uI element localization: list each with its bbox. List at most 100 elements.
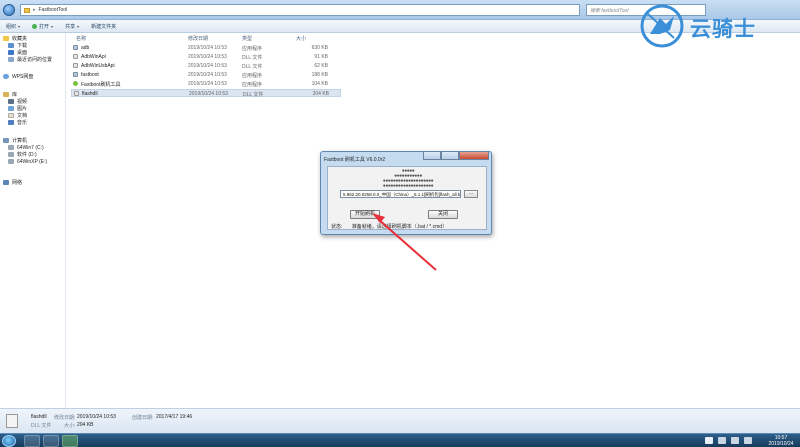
dll-icon xyxy=(73,54,78,59)
nav-item-music[interactable]: 音乐 xyxy=(8,119,27,126)
nav-label: 软件 (D:) xyxy=(17,152,37,158)
nav-item-videos[interactable]: 视频 xyxy=(8,98,27,105)
column-header-type[interactable]: 类型 xyxy=(242,35,252,42)
open-label: 打开 xyxy=(39,23,50,30)
nav-network[interactable]: 网络 xyxy=(3,179,22,186)
nav-computer[interactable]: 计算机 xyxy=(3,137,27,144)
file-explorer-taskbar-icon[interactable] xyxy=(24,435,40,447)
star-icon xyxy=(3,36,9,41)
file-type: DLL 文件 xyxy=(243,92,264,98)
nav-libraries[interactable]: 库 xyxy=(3,91,17,98)
status-line: 状态: 准备就绪，请选择刷机脚本（.bat / *.cmd） xyxy=(331,223,447,230)
nav-label: 64Win7 (C:) xyxy=(17,144,44,151)
file-row-selected[interactable]: flashdll 2019/10/24 10:53 DLL 文件 204 KB xyxy=(71,89,341,98)
nav-favorites[interactable]: 收藏夹 xyxy=(3,35,27,42)
volume-icon[interactable] xyxy=(744,437,752,444)
open-icon xyxy=(32,23,38,29)
nav-label: 音乐 xyxy=(17,120,28,126)
share-button[interactable]: 共享 ▾ xyxy=(65,23,79,30)
app-icon xyxy=(73,45,78,50)
file-type: 应用程序 xyxy=(242,46,263,52)
tray-icon[interactable] xyxy=(705,437,713,444)
details-created-value: 2017/4/17 19:46 xyxy=(156,414,193,420)
file-row[interactable]: adb 2019/10/24 10:53 应用程序 630 KB xyxy=(71,44,341,52)
drive-icon xyxy=(8,145,14,150)
browse-button[interactable]: ... xyxy=(464,190,478,198)
script-path-field[interactable]: 5.962.20.0258.0.0_中国（China）_5.1.1[刷机包]fl… xyxy=(340,190,461,198)
nav-item-downloads[interactable]: 下载 xyxy=(8,42,27,49)
file-date: 2019/10/24 10:53 xyxy=(188,63,227,69)
file-type: DLL 文件 xyxy=(242,64,263,70)
nav-wps[interactable]: WPS网盘 xyxy=(3,73,33,80)
file-row[interactable]: Fastboot刷机工具 2019/10/24 10:53 应用程序 104 K… xyxy=(71,80,341,88)
file-date: 2019/10/24 10:53 xyxy=(188,54,227,60)
dialog-body: ●●●●● ●●●●●●●●●●● ●●●●●●●●●●●●●●●●●●●● ●… xyxy=(327,166,487,230)
back-icon[interactable] xyxy=(3,4,15,16)
address-bar[interactable]: ▸ FastbootTool xyxy=(20,4,580,16)
file-size: 62 KB xyxy=(314,63,328,69)
minimize-button[interactable] xyxy=(423,152,441,160)
progress-dots: ●●●●●●●●●●●●●●●●●●●● xyxy=(382,183,434,189)
computer-icon xyxy=(3,138,9,143)
clock[interactable]: 10:57 2019/10/24 xyxy=(764,435,798,447)
file-row[interactable]: AdbWinUsbApi 2019/10/24 10:53 DLL 文件 62 … xyxy=(71,62,341,70)
file-row[interactable]: fastboot 2019/10/24 10:53 应用程序 188 KB xyxy=(71,71,341,79)
maximize-button[interactable] xyxy=(441,152,459,160)
column-header-name[interactable]: 名称 xyxy=(76,35,86,42)
file-size: 91 KB xyxy=(314,54,328,60)
nav-item-documents[interactable]: 文档 xyxy=(8,112,27,119)
details-size-value: 204 KB xyxy=(77,422,94,428)
clock-date: 2019/10/24 xyxy=(768,441,794,447)
details-modified-label: 修改日期: xyxy=(54,415,76,421)
start-button[interactable] xyxy=(2,435,16,447)
new-folder-label: 新建文件夹 xyxy=(91,23,117,30)
app-icon xyxy=(73,72,78,77)
nav-label: 64WinXP (E:) xyxy=(17,158,48,165)
nav-item-drive-d[interactable]: 软件 (D:) xyxy=(8,151,37,158)
details-modified-value: 2019/10/24 10:53 xyxy=(77,414,116,420)
dll-icon xyxy=(6,414,18,428)
file-size: 104 KB xyxy=(311,81,328,87)
nav-label: 桌面 xyxy=(17,50,28,56)
dll-icon xyxy=(73,63,78,68)
chevron-right-icon: ▸ xyxy=(33,7,36,13)
file-size: 204 KB xyxy=(312,91,329,97)
file-type: DLL 文件 xyxy=(242,55,263,61)
nav-item-pictures[interactable]: 图片 xyxy=(8,105,27,112)
nav-label: 视频 xyxy=(17,99,28,105)
new-folder-button[interactable]: 新建文件夹 xyxy=(91,23,116,30)
nav-item-drive-c[interactable]: 64Win7 (C:) xyxy=(8,144,44,151)
breadcrumb-item[interactable]: FastbootTool xyxy=(39,7,68,13)
open-button[interactable]: 打开 ▾ xyxy=(32,23,53,30)
document-icon xyxy=(8,113,14,118)
nav-item-desktop[interactable]: 桌面 xyxy=(8,49,27,56)
media-player-taskbar-icon[interactable] xyxy=(43,435,59,447)
nav-item-recent[interactable]: 最近访问的位置 xyxy=(8,56,52,63)
file-name: AdbWinUsbApi xyxy=(81,63,115,69)
share-label: 共享 xyxy=(65,23,76,30)
network-tray-icon[interactable] xyxy=(731,437,739,444)
nav-item-drive-e[interactable]: 64WinXP (E:) xyxy=(8,158,47,165)
start-flash-button[interactable]: 开始刷机 xyxy=(350,210,380,219)
column-header-size[interactable]: 大小 xyxy=(296,35,306,42)
cloud-icon xyxy=(3,74,9,79)
android-taskbar-icon[interactable] xyxy=(62,435,78,447)
file-date: 2019/10/24 10:53 xyxy=(189,91,228,97)
nav-label: 网络 xyxy=(12,180,23,186)
nav-label: 文档 xyxy=(17,113,28,119)
status-label: 状态: xyxy=(331,224,343,230)
close-button[interactable]: 关闭 xyxy=(428,210,458,219)
close-window-button[interactable] xyxy=(459,152,489,160)
organize-label: 组织 xyxy=(6,23,17,30)
nav-label: 图片 xyxy=(17,106,28,112)
tray-icon[interactable] xyxy=(718,437,726,444)
file-row[interactable]: AdbWinApi 2019/10/24 10:53 DLL 文件 91 KB xyxy=(71,53,341,61)
file-type: 应用程序 xyxy=(242,82,263,88)
column-header-date[interactable]: 修改日期 xyxy=(188,35,208,42)
fastboot-dialog: Fastboot 刷机工具 V6.0.0r2 ●●●●● ●●●●●●●●●●●… xyxy=(320,151,492,235)
video-icon xyxy=(8,99,14,104)
chevron-down-icon: ▾ xyxy=(77,23,80,29)
nav-label: 最近访问的位置 xyxy=(17,57,53,63)
organize-button[interactable]: 组织 ▾ xyxy=(6,23,20,30)
file-size: 188 KB xyxy=(311,72,328,78)
